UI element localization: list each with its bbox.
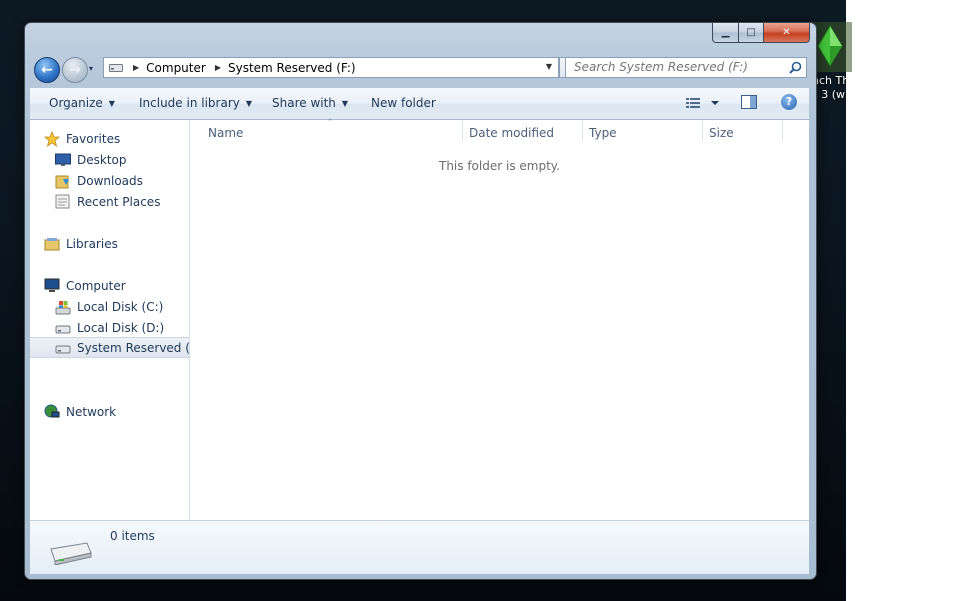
chevron-down-icon: ▼	[341, 99, 349, 108]
drive-icon	[50, 542, 92, 565]
computer-icon	[44, 278, 60, 292]
change-view-button[interactable]	[686, 95, 724, 111]
chevron-down-icon	[711, 101, 719, 105]
drive-icon	[109, 64, 123, 72]
back-button[interactable]: ←	[34, 57, 60, 83]
organize-label: Organize	[49, 96, 103, 110]
sidebar-item-system-reserved[interactable]: System Reserved (F:)	[30, 337, 189, 358]
libraries-icon	[44, 237, 60, 250]
organize-button[interactable]: Organize ▼	[49, 96, 115, 110]
maximize-icon: □	[746, 27, 756, 38]
sidebar-item-label: Local Disk (D:)	[77, 320, 165, 335]
sidebar-item-downloads[interactable]: Downloads	[55, 170, 143, 191]
column-header-size[interactable]: Size	[709, 126, 734, 140]
sidebar-item-local-disk-d[interactable]: Local Disk (D:)	[55, 317, 164, 338]
desktop-icon-label-line1: nch Th	[812, 74, 846, 87]
chevron-down-icon: ▼	[245, 99, 253, 108]
address-dropdown-icon[interactable]: ▼	[546, 62, 552, 71]
sidebar-item-label: System Reserved (F:)	[77, 340, 189, 355]
new-folder-label: New folder	[371, 96, 436, 110]
search-box[interactable]	[565, 57, 807, 78]
close-icon: ✕	[782, 27, 791, 38]
breadcrumb-computer[interactable]: Computer	[146, 61, 206, 75]
breadcrumb-system-reserved[interactable]: System Reserved (F:)	[228, 61, 356, 75]
forward-button[interactable]: →	[62, 57, 88, 83]
sidebar-item-label: Local Disk (C:)	[77, 299, 164, 314]
breadcrumb-separator-icon[interactable]: ▶	[215, 63, 221, 72]
include-in-library-label: Include in library	[139, 96, 240, 110]
caption-buttons: ▁ □ ✕	[712, 23, 810, 43]
maximize-button[interactable]: □	[739, 23, 764, 43]
sidebar-item-libraries[interactable]: Libraries	[44, 233, 118, 254]
sidebar-item-computer[interactable]: Computer	[44, 275, 126, 296]
sidebar-item-label: Downloads	[77, 173, 143, 188]
column-divider[interactable]	[702, 120, 703, 141]
sidebar-item-label: Recent Places	[77, 194, 161, 209]
preview-pane-button[interactable]	[741, 95, 757, 109]
share-with-button[interactable]: Share with ▼	[272, 96, 348, 110]
navigation-pane: Favorites Desktop Downloads Recent Place…	[30, 120, 190, 520]
chevron-down-icon: ▾	[89, 64, 94, 73]
address-bar[interactable]: ▶ Computer ▶ System Reserved (F:) ▼	[103, 57, 559, 78]
star-icon	[44, 130, 60, 147]
sidebar-item-label: Network	[66, 404, 117, 419]
desktop-icon-label[interactable]: nch Th s 3 (w	[812, 74, 846, 102]
minimize-button[interactable]: ▁	[712, 23, 739, 43]
forward-arrow-icon: →	[69, 62, 81, 78]
close-button[interactable]: ✕	[764, 23, 810, 43]
recent-places-icon	[55, 194, 70, 208]
windows-drive-icon	[55, 300, 71, 314]
desktop-icon-label-line2: s 3 (w	[812, 88, 846, 101]
empty-folder-message: This folder is empty.	[439, 159, 560, 173]
item-count: 0 items	[110, 529, 155, 543]
sidebar-item-label: Desktop	[77, 152, 127, 167]
desktop-icon	[55, 153, 71, 166]
search-input[interactable]	[574, 60, 774, 74]
explorer-window: ▁ □ ✕ ← → ▾ ▶ Computer ▶ System Reserved…	[24, 22, 817, 580]
minimize-icon: ▁	[721, 27, 730, 38]
network-icon	[44, 404, 60, 417]
column-header-date-modified[interactable]: Date modified	[469, 126, 554, 140]
sidebar-item-label: Favorites	[66, 131, 121, 146]
new-folder-button[interactable]: New folder	[371, 96, 436, 110]
recent-pages-dropdown[interactable]: ▾	[89, 64, 93, 73]
search-icon[interactable]	[789, 61, 802, 74]
column-divider[interactable]	[582, 120, 583, 141]
sidebar-item-network[interactable]: Network	[44, 401, 116, 422]
sidebar-item-local-disk-c[interactable]: Local Disk (C:)	[55, 296, 163, 317]
sidebar-item-recent-places[interactable]: Recent Places	[55, 191, 160, 212]
column-header-name[interactable]: Name	[208, 126, 243, 140]
sidebar-item-label: Libraries	[66, 236, 118, 251]
sims-plumbob-icon[interactable]	[812, 22, 852, 72]
help-button[interactable]: ?	[781, 94, 797, 110]
column-header-type[interactable]: Type	[589, 126, 617, 140]
drive-icon	[55, 325, 71, 333]
chevron-down-icon: ▼	[108, 99, 115, 108]
breadcrumb-separator-icon[interactable]: ▶	[133, 63, 139, 72]
command-bar: Organize ▼ Include in library ▼ Share with…	[30, 88, 809, 120]
downloads-folder-icon	[55, 175, 69, 188]
details-pane: 0 items	[30, 520, 809, 574]
back-arrow-icon: ←	[41, 62, 53, 78]
help-icon: ?	[785, 95, 793, 108]
details-view-icon	[686, 98, 700, 108]
drive-icon	[55, 345, 71, 353]
share-with-label: Share with	[272, 96, 336, 110]
include-in-library-button[interactable]: Include in library ▼	[139, 96, 252, 110]
column-divider[interactable]	[782, 120, 783, 141]
sort-ascending-icon: ^	[327, 118, 333, 126]
sidebar-item-favorites[interactable]: Favorites	[44, 128, 120, 149]
sidebar-item-label: Computer	[66, 278, 126, 293]
sidebar-item-desktop[interactable]: Desktop	[55, 149, 127, 170]
file-list: ^ Name Date modified Type Size This fold…	[190, 118, 809, 520]
column-divider[interactable]	[462, 120, 463, 141]
